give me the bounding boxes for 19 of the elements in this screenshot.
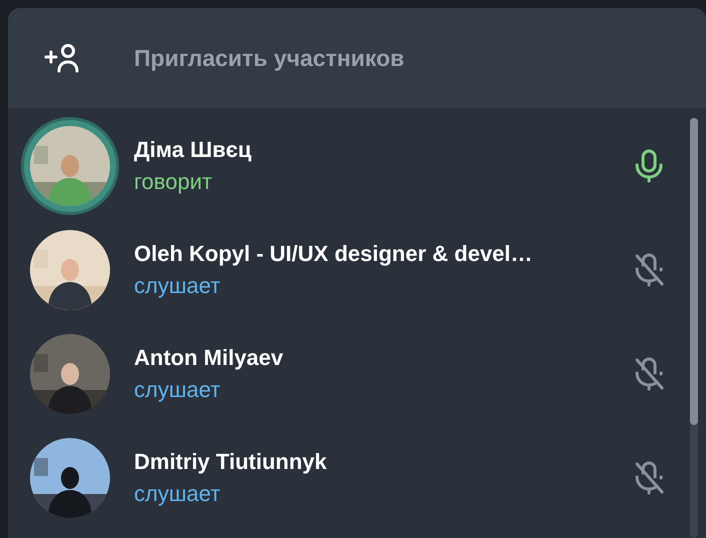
participant-row[interactable]: Dmitriy Tiutiunnyk слушает <box>8 426 706 530</box>
participant-status: слушает <box>134 377 222 403</box>
add-user-icon[interactable] <box>44 43 80 73</box>
microphone-icon[interactable] <box>634 149 664 183</box>
scrollbar[interactable] <box>690 118 698 538</box>
participant-name: Діма Швєц <box>134 137 252 163</box>
participant-name: Oleh Kopyl - UI/UX designer & devel… <box>134 241 534 267</box>
participant-status: слушает <box>134 273 222 299</box>
muted-microphone-icon[interactable] <box>634 357 664 391</box>
muted-microphone-icon[interactable] <box>634 461 664 495</box>
muted-microphone-icon[interactable] <box>634 253 664 287</box>
participant-row[interactable]: Діма Швєц говорит <box>8 114 706 218</box>
participant-row[interactable]: Anton Milyaev слушает <box>8 322 706 426</box>
participant-name: Dmitriy Tiutiunnyk <box>134 449 328 475</box>
invite-participants-button[interactable]: Пригласить участников <box>134 44 404 72</box>
participant-status: говорит <box>134 169 214 195</box>
participant-status: слушает <box>134 481 222 507</box>
participant-name: Anton Milyaev <box>134 345 284 371</box>
participant-row[interactable]: Oleh Kopyl - UI/UX designer & devel… слушает <box>8 218 706 322</box>
